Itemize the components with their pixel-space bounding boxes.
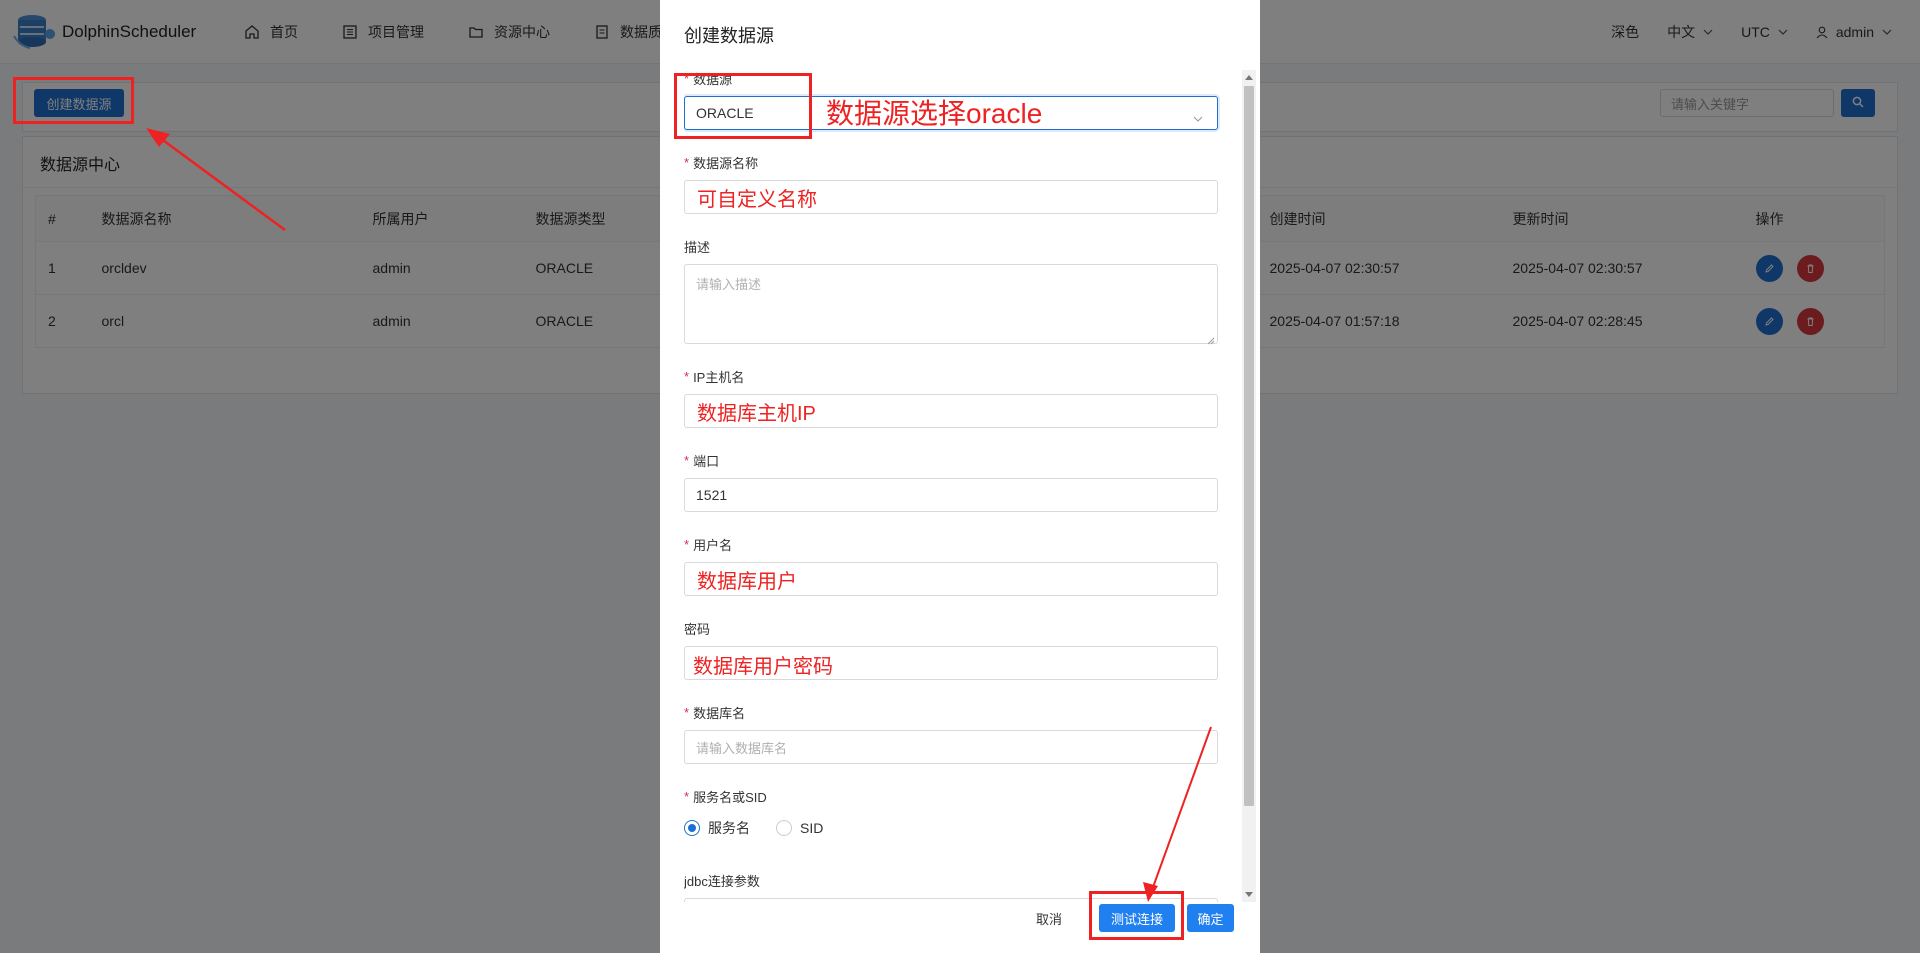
radio-sid[interactable]: SID	[776, 820, 823, 836]
field-label: 密码	[684, 621, 711, 637]
field-label: 数据源名称	[693, 155, 759, 171]
field-label: 描述	[684, 239, 711, 255]
required-mark: *	[684, 536, 690, 552]
scroll-thumb[interactable]	[1244, 86, 1254, 806]
annotation-host-ip: 数据库主机IP	[697, 403, 816, 425]
required-mark: *	[684, 154, 690, 170]
field-label: 用户名	[693, 537, 733, 553]
annotation-select-oracle: 数据源选择oracle	[826, 98, 1043, 129]
radio-checked-icon	[684, 820, 700, 836]
port-input[interactable]: 1521	[684, 478, 1218, 512]
description-textarea[interactable]: 请输入描述	[684, 264, 1218, 345]
radio-unchecked-icon	[776, 820, 792, 836]
required-mark: *	[684, 788, 690, 804]
required-mark: *	[684, 452, 690, 468]
field-label: jdbc连接参数	[684, 873, 760, 889]
annotation-box-test-connection	[1089, 891, 1184, 940]
database-name-input[interactable]: 请输入数据库名	[684, 730, 1218, 764]
annotation-db-password: 数据库用户密码	[693, 656, 833, 678]
field-description: 描述 请输入描述	[684, 236, 1218, 345]
cancel-button[interactable]: 取消	[1036, 905, 1062, 931]
radio-label: SID	[800, 820, 824, 836]
modal-scrollbar[interactable]	[1242, 70, 1256, 902]
field-label: 端口	[693, 453, 720, 469]
resize-handle-icon[interactable]	[1207, 333, 1215, 345]
field-database-name: * 数据库名 请输入数据库名	[684, 702, 1218, 764]
confirm-button[interactable]: 确定	[1187, 904, 1234, 932]
modal-title: 创建数据源	[684, 26, 774, 46]
chevron-down-icon	[1193, 109, 1203, 125]
create-datasource-modal: 创建数据源 * 数据源 ORACLE * 数据源名称 描述 请输入描述 * IP主机名	[660, 0, 1260, 953]
annotation-custom-name: 可自定义名称	[697, 189, 817, 211]
input-placeholder: 请输入数据库名	[696, 740, 788, 756]
field-label: 数据库名	[693, 705, 746, 721]
field-label: IP主机名	[693, 369, 745, 385]
field-port: * 端口 1521	[684, 450, 1218, 512]
radio-label: 服务名	[708, 820, 750, 836]
required-mark: *	[684, 704, 690, 720]
scroll-up-arrow-icon[interactable]	[1245, 75, 1253, 80]
textarea-placeholder: 请输入描述	[696, 277, 762, 292]
service-sid-radio-group: 服务名 SID	[684, 818, 1218, 838]
radio-service-name[interactable]: 服务名	[684, 818, 750, 838]
required-mark: *	[684, 368, 690, 384]
input-value: 1521	[696, 487, 728, 503]
field-label: 服务名或SID	[693, 789, 767, 805]
annotation-box-create	[13, 77, 134, 124]
scroll-down-arrow-icon[interactable]	[1245, 892, 1253, 897]
annotation-box-datasource-type	[674, 73, 812, 139]
field-service-or-sid: * 服务名或SID 服务名 SID	[684, 786, 1218, 838]
annotation-db-user: 数据库用户	[697, 571, 797, 593]
